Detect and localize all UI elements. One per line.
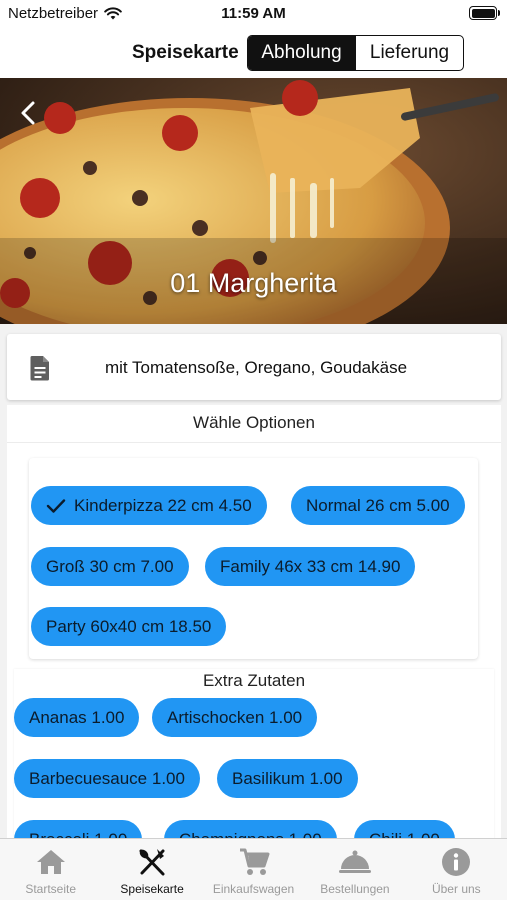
tab-label: Speisekarte (120, 882, 184, 896)
cloche-icon (338, 846, 372, 878)
cart-icon (238, 846, 270, 878)
segment-abholung[interactable]: Abholung (248, 36, 355, 70)
status-bar: Netzbetreiber 11:59 AM (0, 0, 507, 28)
size-chip-label: Family 46x 33 cm 14.90 (220, 556, 401, 576)
info-icon (441, 846, 471, 878)
dish-hero: 01 Margherita (0, 78, 507, 324)
tab-label: Über uns (431, 882, 481, 896)
size-chip-kinderpizza[interactable]: Kinderpizza 22 cm 4.50 (31, 486, 267, 525)
home-icon (36, 846, 66, 878)
segment-lieferung[interactable]: Lieferung (355, 36, 463, 70)
order-type-segmented-control: Abholung Lieferung (247, 35, 464, 71)
screen: Netzbetreiber 11:59 AM Speisekarte Abhol… (0, 0, 507, 900)
size-options-card: Kinderpizza 22 cm 4.50 Normal 26 cm 5.00… (29, 458, 478, 659)
tab-einkaufswagen[interactable]: Einkaufswagen (203, 839, 304, 900)
nav-bar: Speisekarte Abholung Lieferung (0, 28, 507, 78)
clock: 11:59 AM (221, 5, 286, 22)
page-title: Speisekarte (132, 42, 239, 63)
options-heading: Wähle Optionen (193, 413, 315, 432)
options-section: Wähle Optionen Kinderpizza 22 cm 4.50 No… (7, 405, 501, 869)
dish-description: mit Tomatensoße, Oregano, Goudakäse (104, 358, 408, 377)
battery-fill (471, 8, 495, 18)
extra-chip-label: Ananas 1.00 (29, 707, 125, 727)
tab-bar: Startseite Speisekarte Einkaufswagen Bes… (0, 838, 507, 900)
battery-icon (469, 6, 500, 20)
tab-ueber-uns[interactable]: Über uns (406, 839, 507, 900)
extra-chip-basilikum[interactable]: Basilikum 1.00 (217, 759, 358, 798)
extra-chip-barbecuesauce[interactable]: Barbecuesauce 1.00 (14, 759, 200, 798)
extra-chip-label: Artischocken 1.00 (167, 707, 303, 727)
extra-chip-ananas[interactable]: Ananas 1.00 (14, 698, 140, 737)
fork-knife-icon (137, 846, 167, 878)
size-chip-party[interactable]: Party 60x40 cm 18.50 (31, 607, 227, 646)
tab-speisekarte[interactable]: Speisekarte (101, 839, 202, 900)
size-chip-normal[interactable]: Normal 26 cm 5.00 (291, 486, 465, 525)
checkmark-icon (46, 498, 66, 514)
extra-chip-label: Basilikum 1.00 (232, 768, 343, 788)
tab-label: Einkaufswagen (212, 882, 295, 896)
size-chip-family[interactable]: Family 46x 33 cm 14.90 (205, 547, 416, 586)
extras-heading: Extra Zutaten (202, 671, 306, 690)
dish-title: 01 Margherita (170, 268, 337, 298)
tab-bestellungen[interactable]: Bestellungen (304, 839, 405, 900)
extra-chip-label: Barbecuesauce 1.00 (29, 768, 185, 788)
description-card: mit Tomatensoße, Oregano, Goudakäse (7, 334, 501, 400)
size-chip-label: Party 60x40 cm 18.50 (46, 616, 212, 636)
size-chip-label: Groß 30 cm 7.00 (46, 556, 174, 576)
size-chip-label: Normal 26 cm 5.00 (306, 495, 450, 515)
tab-label: Startseite (25, 882, 77, 896)
size-chip-label: Kinderpizza 22 cm 4.50 (74, 495, 252, 515)
tab-startseite[interactable]: Startseite (0, 839, 101, 900)
tab-label: Bestellungen (320, 882, 390, 896)
size-chip-gross[interactable]: Groß 30 cm 7.00 (31, 547, 189, 586)
back-chevron-icon[interactable] (14, 98, 44, 128)
extra-chip-artischocken[interactable]: Artischocken 1.00 (152, 698, 318, 737)
divider (7, 442, 501, 443)
